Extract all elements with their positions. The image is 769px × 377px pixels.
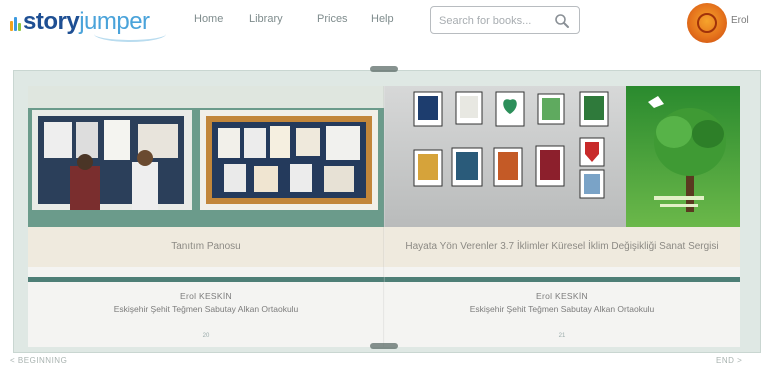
search-box bbox=[430, 6, 580, 34]
right-page-caption: Hayata Yön Verenler 3.7 İklimler Küresel… bbox=[384, 227, 740, 267]
right-page-number: 21 bbox=[558, 333, 566, 339]
go-to-beginning-link[interactable]: < BEGINNING bbox=[10, 356, 67, 365]
book-center-fold bbox=[383, 86, 385, 347]
right-page-author-name: Erol KESKİN bbox=[536, 291, 588, 301]
nav-library[interactable]: Library bbox=[249, 13, 283, 25]
logo-bars-icon bbox=[10, 17, 21, 31]
search-icon[interactable] bbox=[553, 12, 571, 30]
logo-story: story bbox=[23, 8, 80, 35]
logo-swoosh bbox=[94, 26, 166, 42]
nav-prices[interactable]: Prices bbox=[317, 13, 348, 25]
left-page-photo bbox=[28, 86, 384, 227]
left-page-author-school: Eskişehir Şehit Teğmen Sabutay Alkan Ort… bbox=[113, 304, 299, 314]
left-page-number: 20 bbox=[202, 333, 210, 339]
book-page-right[interactable]: Hayata Yön Verenler 3.7 İklimler Küresel… bbox=[384, 86, 740, 347]
storyjumper-book-viewer: storyjumper Home Library Prices Help Ero… bbox=[0, 0, 769, 377]
user-name[interactable]: Erol bbox=[731, 15, 749, 26]
book-page-left[interactable]: Tanıtım Panosu Erol KESKİN Eskişehir Şeh… bbox=[28, 86, 384, 347]
right-page-author-school: Eskişehir Şehit Teğmen Sabutay Alkan Ort… bbox=[469, 304, 655, 314]
bulletin-board-photo bbox=[28, 86, 384, 227]
left-page-caption-text: Tanıtım Panosu bbox=[171, 241, 241, 252]
left-page-caption: Tanıtım Panosu bbox=[28, 227, 384, 267]
avatar[interactable] bbox=[687, 3, 727, 43]
right-page-divider bbox=[384, 277, 740, 282]
search-input[interactable] bbox=[439, 12, 551, 30]
go-to-end-link[interactable]: END > bbox=[716, 356, 742, 365]
right-page-caption-text: Hayata Yön Verenler 3.7 İklimler Küresel… bbox=[405, 241, 719, 252]
nav-home[interactable]: Home bbox=[194, 13, 223, 25]
avatar-emblem-icon bbox=[697, 13, 717, 33]
book-spine-top-handle bbox=[370, 66, 398, 72]
nav-help[interactable]: Help bbox=[371, 13, 394, 25]
right-page-author-block: Erol KESKİN Eskişehir Şehit Teğmen Sabut… bbox=[384, 290, 740, 316]
top-header: storyjumper Home Library Prices Help Ero… bbox=[0, 0, 769, 44]
storyjumper-logo[interactable]: storyjumper bbox=[6, 4, 166, 42]
left-page-divider bbox=[28, 277, 384, 282]
right-page-photo bbox=[384, 86, 740, 227]
book-spine-bottom-handle bbox=[370, 343, 398, 349]
art-exhibition-photo bbox=[384, 86, 740, 227]
left-page-author-name: Erol KESKİN bbox=[180, 291, 232, 301]
left-page-author-block: Erol KESKİN Eskişehir Şehit Teğmen Sabut… bbox=[28, 290, 384, 316]
